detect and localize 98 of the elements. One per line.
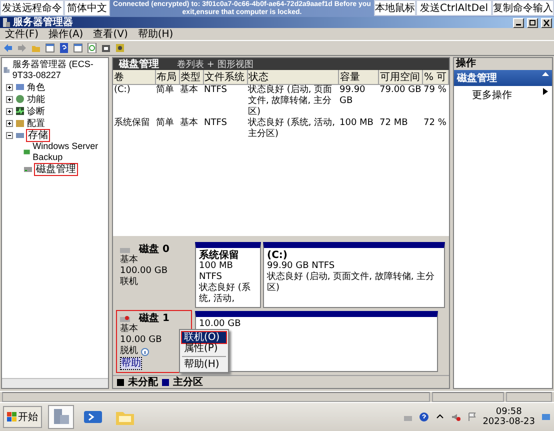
partition-size: 99.90 GB NTFS [267,261,336,272]
help-icon[interactable] [59,43,69,53]
disk-name: 磁盘 0 [139,244,170,255]
expand-icon[interactable] [6,108,13,114]
table-cell: 99.90 GB [338,84,378,118]
refresh-icon[interactable] [87,43,97,53]
column-header[interactable]: 卷 [113,70,155,84]
panel-icon[interactable] [73,43,83,53]
flag-icon[interactable] [466,412,477,422]
server-icon [51,407,71,427]
status-panel [432,392,504,402]
submenu-arrow-icon [543,88,548,95]
back-icon[interactable] [3,43,13,53]
column-header[interactable]: 文件系统 [203,70,247,84]
help-link[interactable]: 帮助 [120,357,142,370]
tree-item[interactable]: 诊断 [27,106,45,116]
table-cell-text: 简单 [155,118,175,130]
clock-date: 2023-08-23 [482,417,535,427]
status-panel [506,392,552,402]
start-button[interactable]: 开始 [3,406,42,428]
toolbar-button[interactable]: 简体中文 [64,0,110,16]
legend-label: 主分区 [173,375,203,389]
action-item[interactable]: 更多操作 [454,86,552,104]
toolbar-button[interactable]: 发送远程命令 [0,0,64,16]
tree-item[interactable]: 磁盘管理 [35,164,77,174]
column-header[interactable]: 类型 [179,70,203,84]
column-header[interactable]: 布局 [155,70,179,84]
column-header[interactable]: 可用空间 [378,70,422,84]
disk-size: 10.00 GB [120,335,163,346]
disk-name: 磁盘 1 [139,313,170,324]
maximize-button[interactable] [527,18,538,28]
table-cell-text: 系统保留 [113,118,151,130]
partition-block[interactable]: (C:) 99.90 GB NTFS 状态良好 (启动, 页面文件, 故障转储, 主分区) [263,242,445,308]
toolbar-button[interactable]: 复制命令输入 [492,0,554,16]
menu-item[interactable]: 帮助(H) [138,28,174,40]
toolbar-button[interactable]: 本地鼠标 [374,0,416,16]
close-button[interactable] [541,18,552,28]
window-title: 服务器管理器 [13,18,74,28]
tree-item[interactable]: 配置 [27,118,45,128]
column-header[interactable]: 状态 [247,70,338,84]
expand-icon[interactable] [6,84,13,90]
table-cell-text: 72 MB [378,118,409,130]
table-cell-text: 72 % [422,118,448,130]
table-cell: NTFS [203,84,247,118]
table-cell-text: 状态良好 (系统, 活动, 主分区) [247,118,336,140]
diagnostics-icon [15,106,25,116]
disk-type: 基本 [120,255,139,266]
legend-label: 未分配 [128,376,158,389]
table-cell: 基本 [179,84,203,118]
menu-item[interactable]: 操作(A) [48,28,84,40]
table-cell: 状态良好 (启动, 页面文件, 故障转储, 主分区) [247,84,338,118]
partition-status: 状态良好 (启动, 页面文件, 故障转储, 主分区) [267,272,436,294]
menu-item[interactable]: 文件(F) [5,28,39,40]
speaker-muted-icon[interactable] [450,412,461,422]
panel-icon[interactable] [45,43,55,53]
partition-name: 系统保留 [199,250,240,261]
disk-status: 联机 [120,277,138,288]
tree-item[interactable]: 服务器管理器 (ECS-9T33-08227 [12,59,107,81]
table-cell-text: 100 MB [338,118,374,130]
clock-time: 09:58 [496,407,522,417]
table-cell: (C:) [113,84,155,118]
tree-item[interactable]: 角色 [27,82,45,92]
disk-type: 基本 [120,324,139,335]
section-header[interactable]: 磁盘管理 [454,70,552,86]
show-desktop-icon[interactable] [541,412,551,422]
toolbar-button[interactable]: 发送CtrlAltDel [416,0,492,16]
view-label: 卷列表 + 图形视图 [177,58,254,70]
partition-size: 100 MB NTFS [199,261,234,282]
table-cell: 79.00 GB [378,84,422,118]
windows-icon [7,412,17,422]
table-cell: 简单 [155,84,179,118]
partition-block[interactable]: 系统保留 100 MB NTFS 状态良好 (系统, 活动, [195,242,261,308]
menu-item[interactable]: 查看(V) [93,28,128,40]
expand-icon[interactable] [6,120,13,126]
disk-size: 100.00 GB [120,266,169,276]
column-header[interactable]: 容量 [338,70,378,84]
partition-size: 10.00 GB [199,319,242,330]
info-icon [141,348,149,356]
pane-title: 磁盘管理 [119,58,159,71]
menu-item[interactable]: 联机(O) [182,332,226,343]
tree-item[interactable]: 功能 [27,94,45,104]
taskbar-app[interactable] [48,405,74,429]
table-cell-text: NTFS [203,118,228,130]
expand-icon[interactable] [6,96,13,102]
tree-item[interactable]: Windows Server Backup [32,141,107,163]
collapse-icon[interactable] [6,132,13,138]
column-header[interactable]: % 可 [422,70,448,84]
horizontal-scrollbar[interactable] [2,378,108,388]
tree-item[interactable]: 存储 [27,130,49,140]
server-icon [3,65,10,75]
partition-status: 状态良好 (系统, 活动, [199,283,252,305]
help-icon[interactable] [418,412,429,422]
disk-status: 脱机 [120,346,138,357]
table-cell: 79 % [422,84,448,118]
table-cell-text: 基本 [179,118,199,130]
minimize-button[interactable] [513,18,524,28]
partition-name: (C:) [267,250,288,261]
pane-title: 操作 [454,58,552,70]
